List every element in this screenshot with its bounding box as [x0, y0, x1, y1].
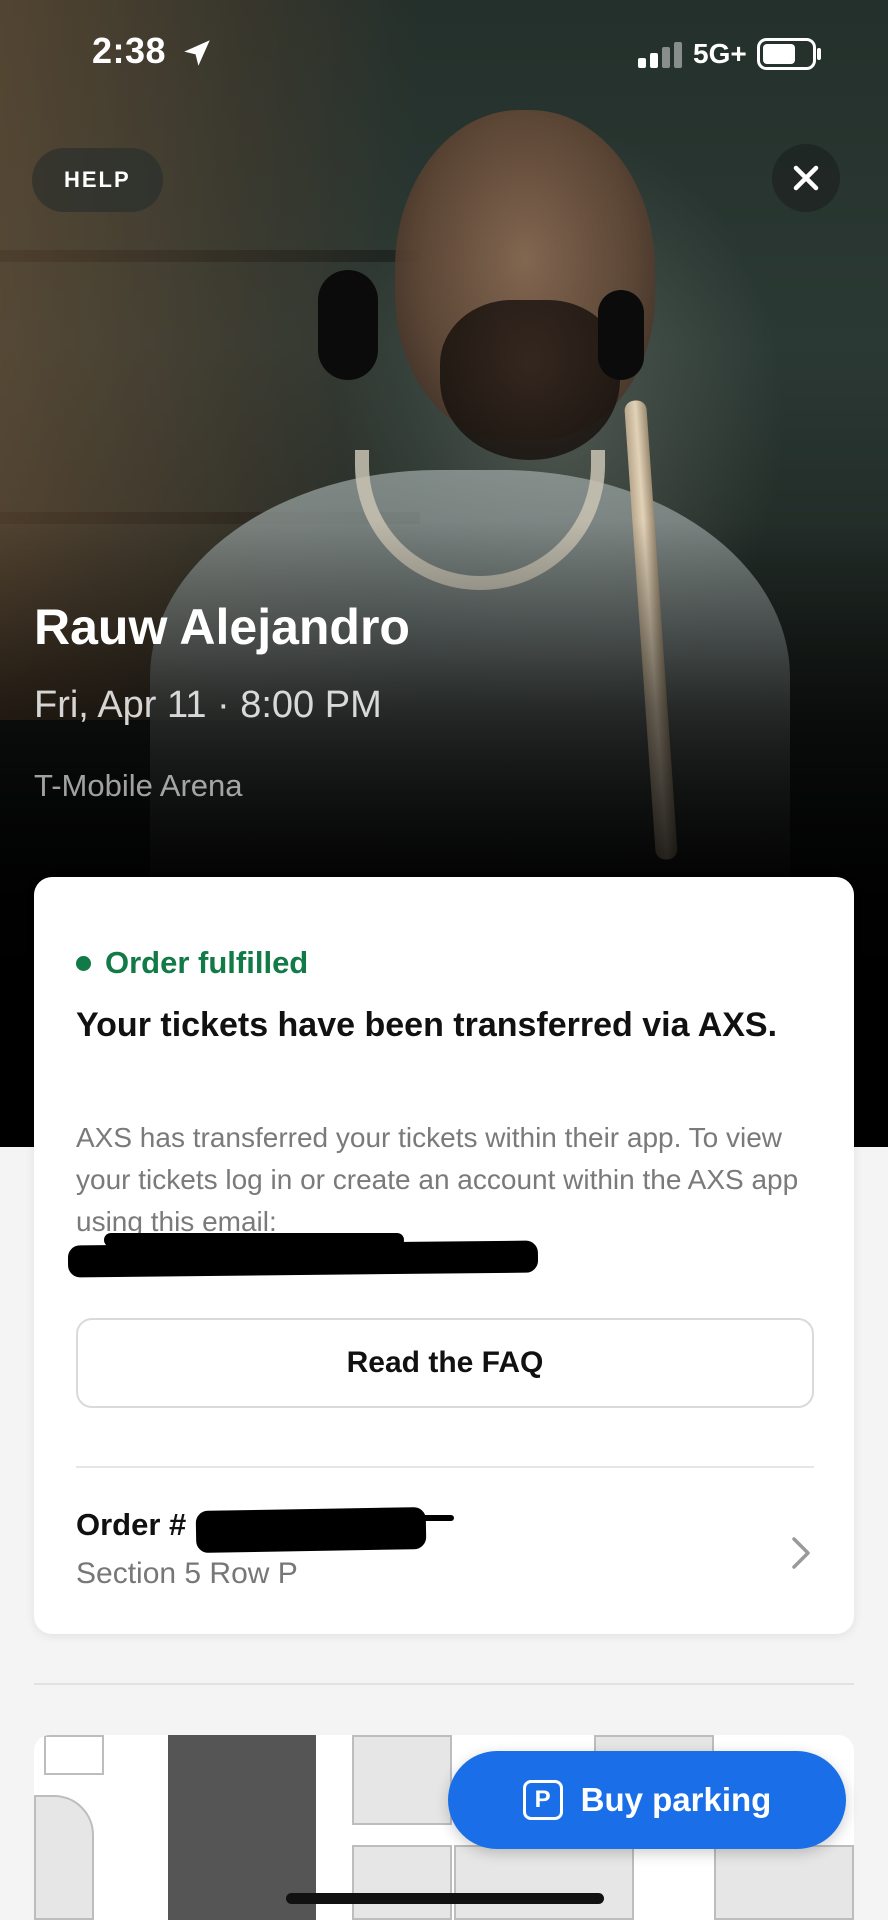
- order-status-text: Order fulfilled: [105, 945, 309, 980]
- map-block: [352, 1735, 452, 1825]
- event-title: Rauw Alejandro: [34, 599, 410, 655]
- map-block: [352, 1845, 452, 1920]
- read-faq-button[interactable]: Read the FAQ: [76, 1318, 814, 1408]
- section-divider: [34, 1683, 854, 1685]
- status-bar: 2:38 5G+: [0, 0, 888, 110]
- map-block: [44, 1735, 104, 1775]
- order-number-label: Order #: [76, 1507, 187, 1542]
- buy-parking-label: Buy parking: [580, 1781, 772, 1818]
- cellular-signal-icon: [638, 42, 682, 68]
- status-dot-icon: [76, 955, 91, 971]
- map-block: [714, 1845, 854, 1920]
- headphone-left: [318, 270, 378, 380]
- transfer-heading: Your tickets have been transferred via A…: [76, 1006, 778, 1044]
- order-card: Order fulfilled Your tickets have been t…: [34, 877, 854, 1634]
- status-time: 2:38: [92, 30, 167, 71]
- close-button[interactable]: [772, 144, 840, 212]
- location-arrow-icon: [184, 40, 210, 66]
- map-block: [454, 1845, 634, 1920]
- close-icon: [793, 165, 819, 191]
- event-datetime: Fri, Apr 11 · 8:00 PM: [34, 684, 382, 726]
- event-venue: T-Mobile Arena: [34, 768, 243, 803]
- chevron-right-icon: [792, 1537, 810, 1569]
- network-label: 5G+: [693, 38, 747, 69]
- battery-icon: [757, 38, 821, 70]
- order-status: Order fulfilled: [76, 945, 308, 981]
- map-block: [34, 1795, 94, 1920]
- order-number-redaction: [195, 1506, 427, 1554]
- order-seat-info: Section 5 Row P: [76, 1557, 298, 1590]
- help-label: HELP: [64, 167, 131, 192]
- transfer-description: AXS has transferred your tickets within …: [76, 1122, 799, 1237]
- order-number-redaction-stroke: [334, 1515, 454, 1521]
- artist-beard: [440, 300, 620, 460]
- buy-parking-button[interactable]: P Buy parking: [448, 1751, 846, 1849]
- headphone-right: [598, 290, 644, 380]
- home-indicator: [286, 1893, 604, 1904]
- parking-icon: P: [522, 1780, 563, 1820]
- card-divider: [76, 1466, 814, 1468]
- email-redaction-stroke: [104, 1233, 404, 1247]
- help-button[interactable]: HELP: [32, 148, 163, 212]
